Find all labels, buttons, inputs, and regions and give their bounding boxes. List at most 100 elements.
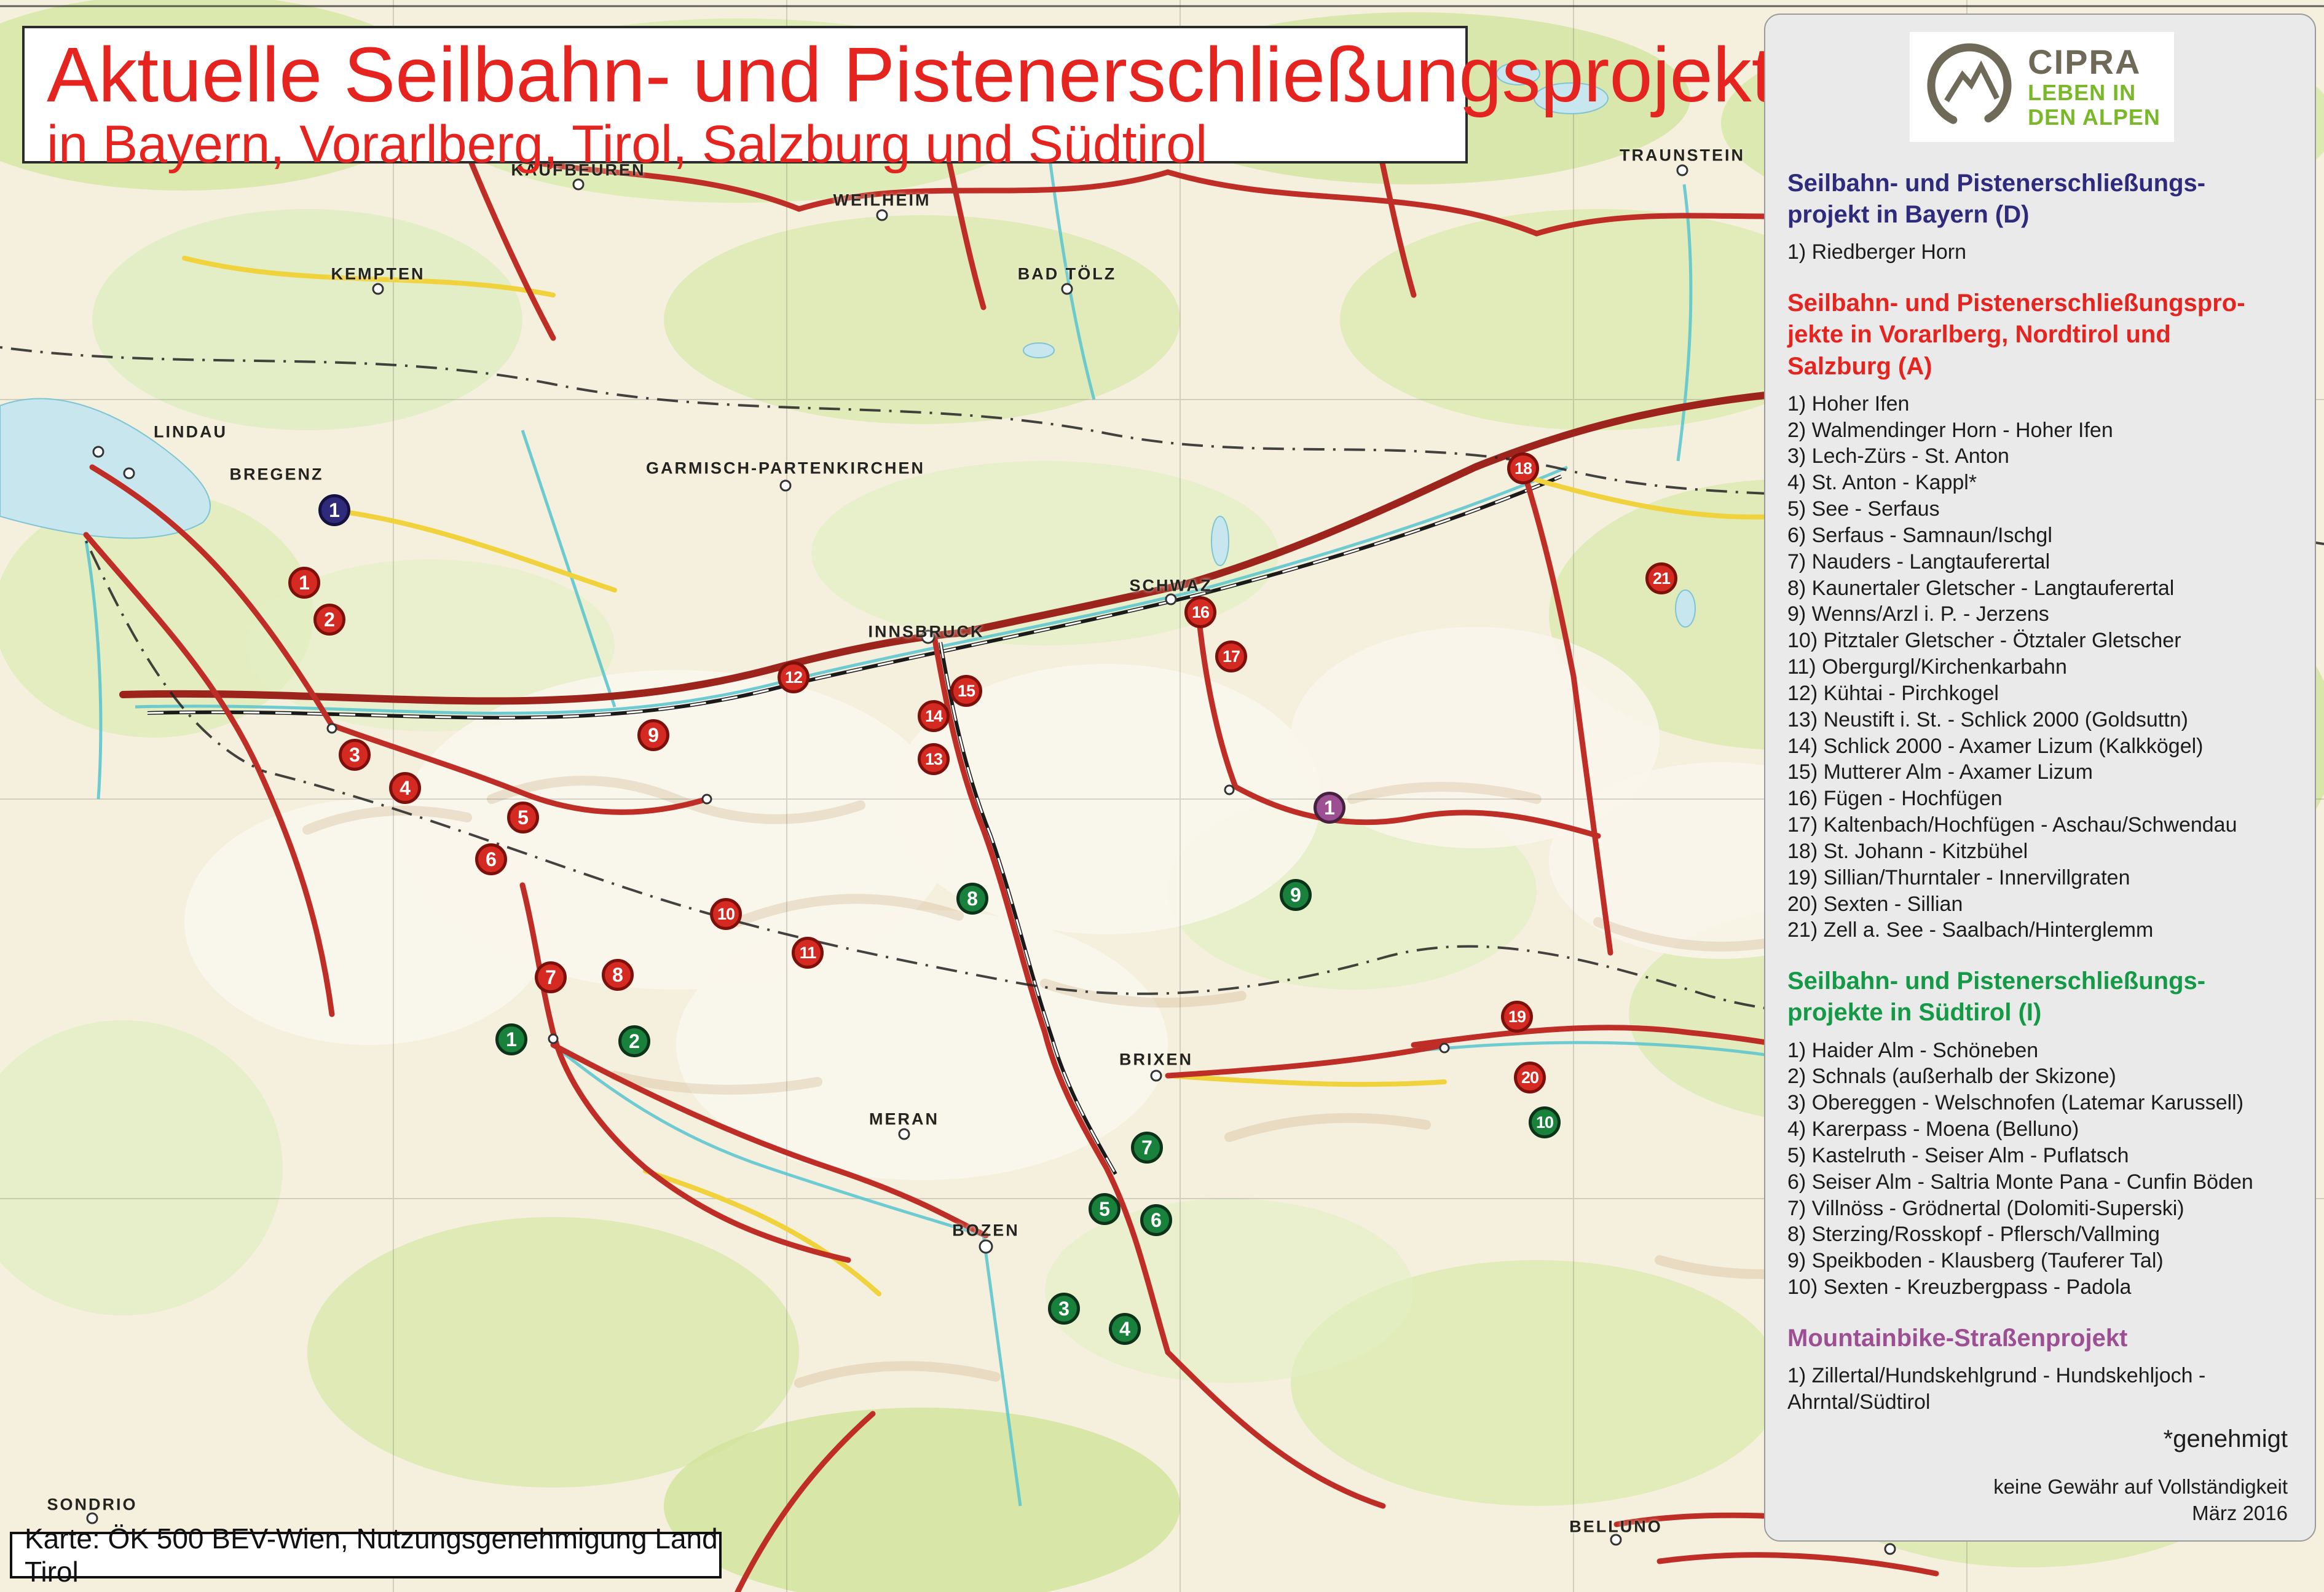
map-city-label: SCHWAZ — [1130, 577, 1213, 596]
legend-item: 1) Zillertal/Hundskehlgrund - Hundskehlj… — [1787, 1363, 2296, 1416]
map-marker-red-7: 7 — [535, 961, 567, 993]
legend-item: 14) Schlick 2000 - Axamer Lizum (Kalkkög… — [1787, 733, 2296, 760]
map-marker-red-1: 1 — [288, 567, 320, 599]
map-marker-purple-1: 1 — [1314, 792, 1345, 824]
heading-line: Seilbahn- und Pistenerschließungs- — [1787, 168, 2296, 199]
heading-line: Seilbahn- und Pistenerschließungspro- — [1787, 288, 2296, 319]
map-marker-green-1: 1 — [495, 1023, 527, 1055]
map-city-label: BOZEN — [952, 1221, 1020, 1240]
map-city-label: BELLUNO — [1569, 1518, 1663, 1537]
map-marker-green-9: 9 — [1280, 879, 1312, 911]
map-marker-blue-1: 1 — [318, 494, 350, 526]
map-marker-red-9: 9 — [637, 719, 669, 751]
map-marker-green-8: 8 — [956, 883, 988, 915]
map-marker-red-19: 19 — [1501, 1001, 1533, 1033]
map-marker-red-21: 21 — [1645, 562, 1677, 594]
map-city-label: WEILHEIM — [833, 191, 931, 210]
legend-item: 5) Kastelruth - Seiser Alm - Puflatsch — [1787, 1143, 2296, 1169]
legend-item: 10) Sexten - Kreuzbergpass - Padola — [1787, 1274, 2296, 1301]
legend-item: 11) Obergurgl/Kirchenkarbahn — [1787, 654, 2296, 680]
heading-line: projekt in Bayern (D) — [1787, 199, 2296, 231]
heading-line: Salzburg (A) — [1787, 351, 2296, 382]
legend-heading-suedtirol: Seilbahn- und Pistenerschließungs-projek… — [1787, 966, 2296, 1028]
legend-heading-bayern: Seilbahn- und Pistenerschließungs-projek… — [1787, 168, 2296, 231]
legend-item: 2) Walmendinger Horn - Hoher Ifen — [1787, 417, 2296, 444]
map-city-label: BRIXEN — [1119, 1050, 1193, 1070]
legend-item: 9) Speikboden - Klausberg (Tauferer Tal) — [1787, 1248, 2296, 1274]
poster: LINDAUBREGENZKEMPTENKAUFBEURENWEILHEIMBA… — [0, 0, 2324, 1592]
map-marker-red-14: 14 — [918, 700, 950, 732]
heading-line: Mountainbike-Straßenprojekt — [1787, 1323, 2296, 1354]
legend-item: 1) Riedberger Horn — [1787, 239, 2296, 266]
legend-item: 19) Sillian/Thurntaler - Innervillgraten — [1787, 865, 2296, 891]
heading-line: projekte in Südtirol (I) — [1787, 997, 2296, 1028]
map-marker-green-3: 3 — [1048, 1293, 1080, 1325]
legend-heading-austria: Seilbahn- und Pistenerschließungspro-jek… — [1787, 288, 2296, 382]
legend-panel: CIPRA LEBEN IN DEN ALPEN Seilbahn- und P… — [1764, 14, 2316, 1542]
map-marker-red-12: 12 — [778, 661, 809, 693]
legend-item: 17) Kaltenbach/Hochfügen - Aschau/Schwen… — [1787, 812, 2296, 838]
page-subtitle: in Bayern, Vorarlberg, Tirol, Salzburg u… — [47, 117, 1443, 172]
map-city-label: SONDRIO — [47, 1495, 137, 1515]
map-city-label: KEMPTEN — [331, 265, 425, 284]
map-marker-red-4: 4 — [389, 772, 421, 804]
legend-item: 3) Lech-Zürs - St. Anton — [1787, 443, 2296, 470]
legend-section-bayern: Seilbahn- und Pistenerschließungs-projek… — [1787, 168, 2296, 266]
legend-item: 4) Karerpass - Moena (Belluno) — [1787, 1116, 2296, 1143]
map-marker-red-17: 17 — [1215, 640, 1247, 672]
map-city-label: LINDAU — [154, 423, 227, 442]
map-marker-red-18: 18 — [1507, 452, 1539, 484]
legend-item: 10) Pitztaler Gletscher - Ötztaler Glets… — [1787, 628, 2296, 654]
legend-section-suedtirol: Seilbahn- und Pistenerschließungs-projek… — [1787, 966, 2296, 1301]
legend-item: 21) Zell a. See - Saalbach/Hinterglemm — [1787, 917, 2296, 944]
map-city-label: BAD TÖLZ — [1018, 265, 1116, 284]
legend-item: 7) Villnöss - Grödnertal (Dolomiti-Super… — [1787, 1196, 2296, 1222]
legend-item: 4) St. Anton - Kappl* — [1787, 470, 2296, 496]
legend-item: 16) Fügen - Hochfügen — [1787, 786, 2296, 812]
map-city-label: INNSBRUCK — [869, 623, 985, 642]
map-marker-red-2: 2 — [313, 604, 345, 636]
caption-text: Karte: ÖK 500 BEV-Wien, Nutzungsgenehmig… — [25, 1522, 719, 1588]
map-marker-green-6: 6 — [1140, 1204, 1172, 1236]
legend-item: 9) Wenns/Arzl i. P. - Jerzens — [1787, 601, 2296, 628]
disclaimer-text: keine Gewähr auf Vollständigkeit — [1787, 1474, 2288, 1500]
map-marker-red-5: 5 — [507, 802, 539, 833]
legend-sections: Seilbahn- und Pistenerschließungs-projek… — [1787, 146, 2296, 1416]
legend-item: 6) Serfaus - Samnaun/Ischgl — [1787, 522, 2296, 549]
map-marker-green-5: 5 — [1089, 1193, 1121, 1225]
map-marker-red-3: 3 — [339, 739, 371, 771]
map-marker-red-10: 10 — [710, 898, 742, 930]
map-marker-red-15: 15 — [950, 675, 982, 707]
map-marker-green-2: 2 — [618, 1025, 650, 1057]
panel-footer: keine Gewähr auf Vollständigkeit März 20… — [1787, 1474, 2296, 1527]
title-box: Aktuelle Seilbahn- und Pistenerschließun… — [22, 26, 1468, 164]
logo-tagline-1: LEBEN IN — [2028, 81, 2161, 105]
heading-line: Seilbahn- und Pistenerschließungs- — [1787, 966, 2296, 997]
legend-item: 2) Schnals (außerhalb der Skizone) — [1787, 1063, 2296, 1090]
page-title: Aktuelle Seilbahn- und Pistenerschließun… — [47, 33, 1443, 117]
legend-item: 12) Kühtai - Pirchkogel — [1787, 680, 2296, 707]
map-source-caption: Karte: ÖK 500 BEV-Wien, Nutzungsgenehmig… — [10, 1532, 722, 1578]
map-marker-red-11: 11 — [792, 937, 824, 969]
legend-item: 1) Hoher Ifen — [1787, 391, 2296, 417]
legend-item: 1) Haider Alm - Schöneben — [1787, 1038, 2296, 1064]
legend-section-mountainbike: Mountainbike-Straßenprojekt 1) Zillertal/… — [1787, 1323, 2296, 1416]
legend-item: 20) Sexten - Sillian — [1787, 891, 2296, 918]
logo-tagline-2: DEN ALPEN — [2028, 105, 2161, 130]
cipra-logo: CIPRA LEBEN IN DEN ALPEN — [1910, 32, 2174, 142]
legend-item: 3) Obereggen - Welschnofen (Latemar Karu… — [1787, 1090, 2296, 1116]
map-city-label: TRAUNSTEIN — [1620, 146, 1745, 165]
date-text: März 2016 — [1787, 1500, 2288, 1527]
legend-heading-mountainbike: Mountainbike-Straßenprojekt — [1787, 1323, 2296, 1354]
map-city-label: BREGENZ — [229, 465, 323, 484]
map-marker-red-8: 8 — [602, 959, 634, 991]
map-city-label: GARMISCH-PARTENKIRCHEN — [646, 459, 925, 478]
legend-item: 7) Nauders - Langtauferertal — [1787, 549, 2296, 575]
legend-item: 13) Neustift i. St. - Schlick 2000 (Gold… — [1787, 707, 2296, 733]
legend-item: 6) Seiser Alm - Saltria Monte Pana - Cun… — [1787, 1169, 2296, 1196]
map-marker-red-13: 13 — [918, 743, 950, 775]
legend-item: 8) Kaunertaler Gletscher - Langtauferert… — [1787, 575, 2296, 602]
footnote-genehmigt: *genehmigt — [1787, 1425, 2296, 1453]
legend-section-austria: Seilbahn- und Pistenerschließungspro-jek… — [1787, 288, 2296, 944]
legend-item: 5) See - Serfaus — [1787, 496, 2296, 522]
